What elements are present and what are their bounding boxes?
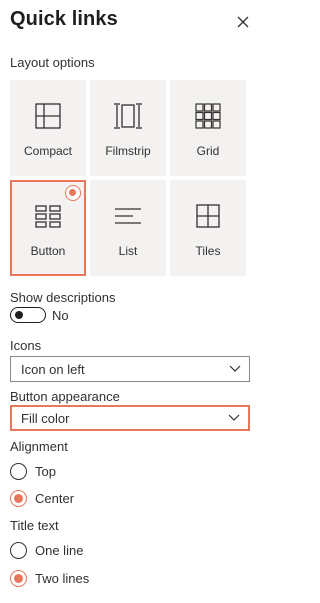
layout-options-label: Layout options: [10, 55, 95, 70]
title-text-label: Title text: [10, 518, 59, 533]
radio-button[interactable]: [10, 542, 27, 559]
layout-option-compact[interactable]: Compact: [10, 80, 86, 176]
layout-option-label: Button: [30, 244, 66, 258]
radio-label: Top: [35, 464, 56, 479]
alignment-option-top[interactable]: Top: [10, 463, 56, 480]
title-text-option-two-lines[interactable]: Two lines: [10, 570, 89, 587]
layout-option-list[interactable]: List: [90, 180, 166, 276]
button-appearance-value: Fill color: [21, 410, 70, 426]
show-descriptions-value: No: [52, 307, 69, 323]
layout-option-tiles[interactable]: Tiles: [170, 180, 246, 276]
selected-check-icon: [65, 185, 81, 201]
layout-option-filmstrip[interactable]: Filmstrip: [90, 80, 166, 176]
radio-button[interactable]: [10, 570, 27, 587]
list-layout-icon: [115, 208, 141, 224]
layout-option-label: List: [118, 244, 138, 258]
show-descriptions-toggle[interactable]: [10, 307, 46, 323]
layout-option-button[interactable]: Button: [10, 180, 86, 276]
title-text-option-one-line[interactable]: One line: [10, 542, 83, 559]
radio-label: One line: [35, 543, 84, 558]
layout-option-label: Grid: [196, 144, 220, 158]
show-descriptions-row: No: [10, 307, 69, 323]
panel-title: Quick links: [10, 8, 118, 30]
grid-layout-icon: [195, 103, 221, 129]
filmstrip-layout-icon: [114, 103, 142, 129]
alignment-option-center[interactable]: Center: [10, 490, 74, 507]
icons-dropdown-value: Icon on left: [21, 361, 85, 377]
button-appearance-dropdown[interactable]: Fill color: [10, 405, 250, 431]
layout-option-label: Tiles: [195, 244, 221, 258]
radio-label: Center: [35, 491, 75, 506]
tiles-layout-icon: [196, 204, 220, 228]
button-appearance-label: Button appearance: [10, 389, 120, 404]
radio-label: Two lines: [35, 571, 90, 586]
alignment-label: Alignment: [10, 439, 68, 454]
radio-button[interactable]: [10, 490, 27, 507]
icons-dropdown[interactable]: Icon on left: [10, 356, 250, 382]
radio-button[interactable]: [10, 463, 27, 480]
chevron-down-icon: [229, 365, 241, 372]
close-icon[interactable]: [235, 14, 251, 30]
show-descriptions-label: Show descriptions: [10, 290, 116, 305]
layout-option-label: Compact: [23, 144, 73, 158]
icons-label: Icons: [10, 338, 42, 353]
button-layout-icon: [35, 205, 61, 228]
chevron-down-icon: [228, 414, 240, 421]
layout-option-label: Filmstrip: [105, 144, 151, 158]
layout-options-grid: Compact Filmstrip Grid Button List Tiles: [10, 80, 250, 276]
layout-option-grid[interactable]: Grid: [170, 80, 246, 176]
compact-layout-icon: [35, 103, 61, 129]
